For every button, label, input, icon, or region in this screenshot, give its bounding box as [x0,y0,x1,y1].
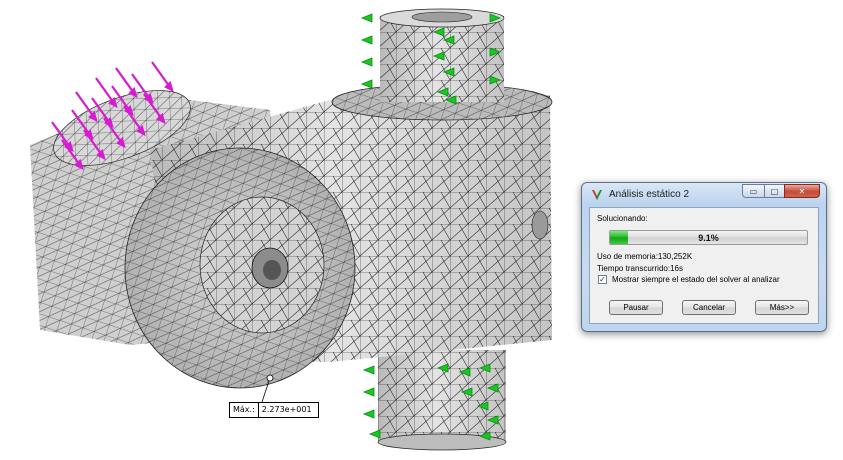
dialog-titlebar[interactable]: Análisis estático 2 ▭ □ ✕ [582,183,826,207]
status-label: Solucionando: [597,214,648,223]
more-button[interactable]: Más>> [755,300,809,315]
window-controls: ▭ □ ✕ [742,184,820,198]
max-label: Máx.: [230,403,259,417]
max-value: 2.273e+001 [261,405,312,414]
show-status-option[interactable]: ✓ Mostrar siempre el estado del solver a… [598,275,780,284]
cancel-button[interactable]: Cancelar [682,300,736,315]
dialog-title: Análisis estático 2 [609,189,690,200]
show-status-checkbox[interactable]: ✓ [598,275,607,284]
close-button[interactable]: ✕ [784,184,820,198]
simulation-icon [592,190,602,200]
dialog-body: Solucionando: 9.1% Uso de memoria:130,25… [589,207,819,324]
maximize-button[interactable]: □ [764,184,784,198]
minimize-button[interactable]: ▭ [742,184,764,198]
pause-button[interactable]: Pausar [609,300,663,315]
memory-usage: Uso de memoria:130,252K [597,252,693,261]
progress-bar: 9.1% [609,230,808,245]
progress-percent: 9.1% [698,232,719,243]
elapsed-time: Tiempo transcurrido:16s [597,264,683,273]
show-status-label: Mostrar siempre el estado del solver al … [612,275,780,284]
max-value-callout: Máx.: 2.273e+001 [229,402,319,418]
meshed-part[interactable] [30,8,553,451]
solver-dialog[interactable]: Análisis estático 2 ▭ □ ✕ Solucionando: … [581,182,827,332]
